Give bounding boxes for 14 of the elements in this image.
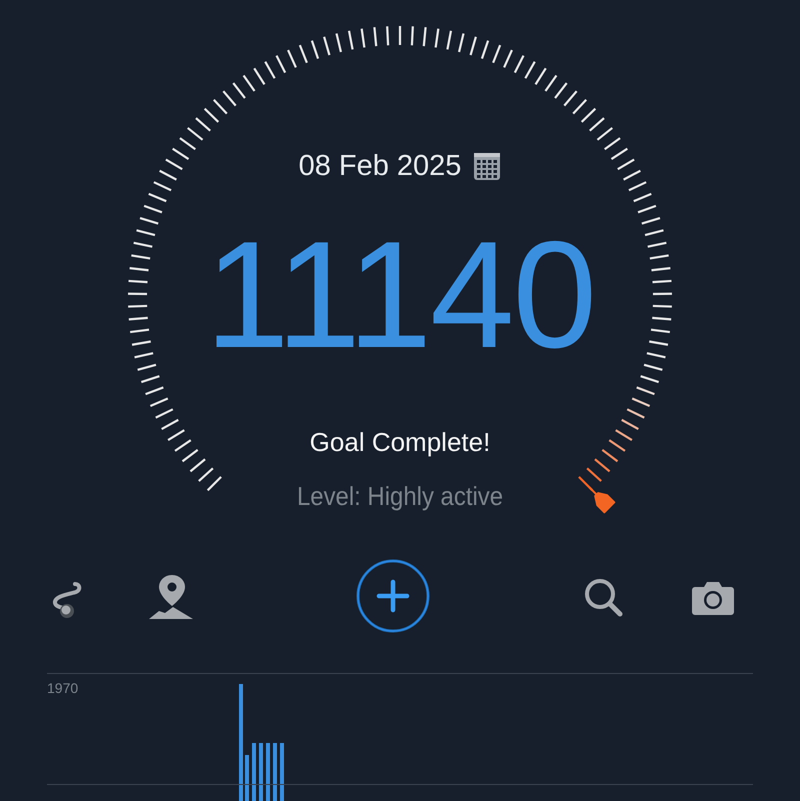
axis-label: 1970 <box>47 679 78 698</box>
date-label: 08 Feb 2025 <box>298 149 462 184</box>
chart-bar <box>266 743 270 801</box>
step-count: 11140 <box>204 220 596 370</box>
search-icon[interactable] <box>583 576 625 618</box>
calendar-icon[interactable] <box>473 151 502 181</box>
chart-bar <box>273 743 277 801</box>
goal-status: Goal Complete! <box>310 426 490 459</box>
chart-bar <box>259 743 263 801</box>
chart-bar <box>245 755 249 801</box>
camera-icon[interactable] <box>691 580 735 616</box>
chart-bar <box>252 743 256 801</box>
chart-bar <box>280 743 284 801</box>
activity-level: Level: Highly active <box>296 480 504 513</box>
